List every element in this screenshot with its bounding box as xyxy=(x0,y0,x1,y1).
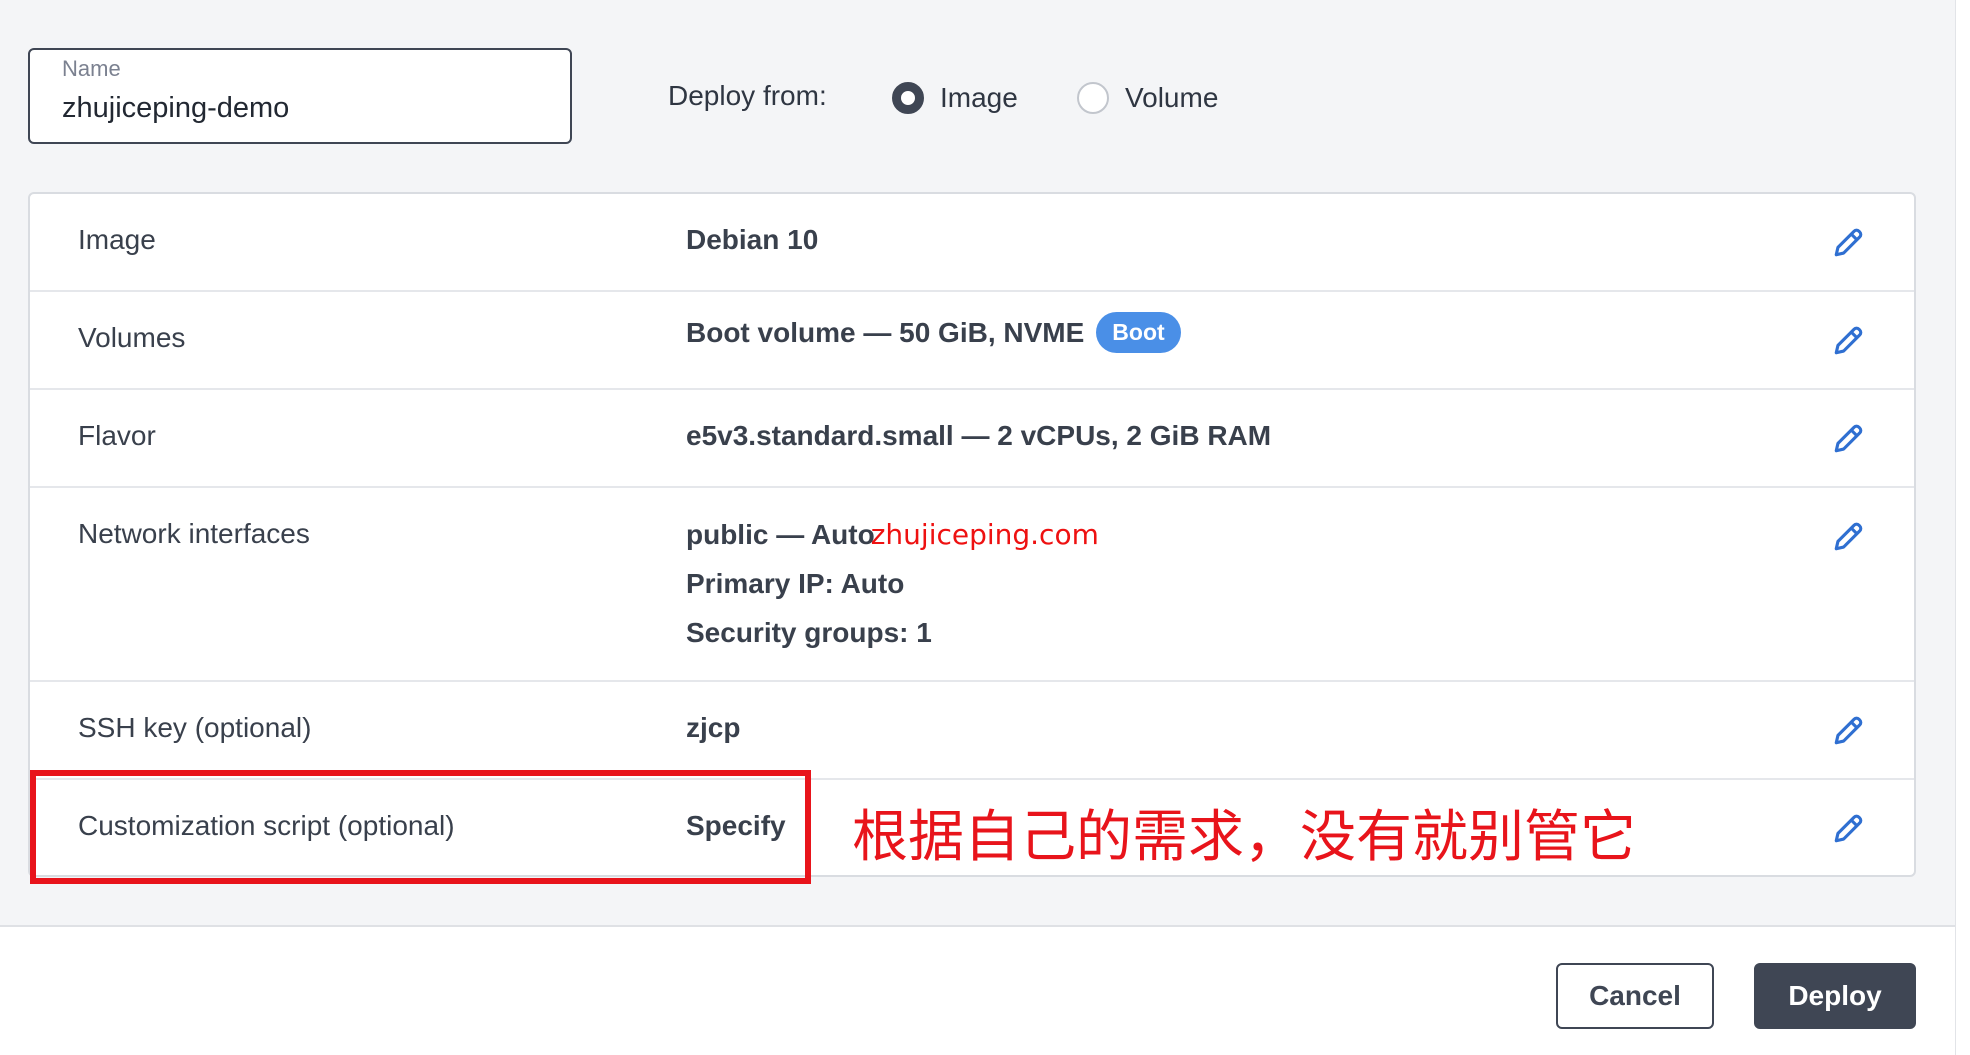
pencil-icon[interactable] xyxy=(1832,225,1866,259)
row-image: Image Debian 10 xyxy=(30,194,1914,292)
cancel-button[interactable]: Cancel xyxy=(1556,963,1714,1029)
row-key-image: Image xyxy=(78,224,156,255)
highlight-box xyxy=(30,770,811,884)
row-key-ssh: SSH key (optional) xyxy=(78,712,312,743)
deploy-button[interactable]: Deploy xyxy=(1754,963,1916,1029)
row-ssh-key: SSH key (optional) zjcp xyxy=(30,682,1914,780)
network-public: public — Auto xyxy=(686,519,875,550)
pencil-icon[interactable] xyxy=(1832,323,1866,357)
name-field[interactable]: Name xyxy=(28,48,572,144)
radio-volume[interactable]: Volume xyxy=(1077,82,1218,114)
pencil-icon[interactable] xyxy=(1832,519,1866,553)
radio-checked-icon[interactable] xyxy=(892,82,924,114)
row-key-flavor: Flavor xyxy=(78,420,156,451)
radio-image-label[interactable]: Image xyxy=(940,82,1018,114)
volumes-text: Boot volume — 50 GiB, NVME xyxy=(686,316,1085,348)
pencil-icon[interactable] xyxy=(1832,421,1866,455)
footer-bar: Cancel Deploy xyxy=(0,925,1955,1055)
boot-badge: Boot xyxy=(1096,312,1181,353)
deploy-from-label: Deploy from: xyxy=(668,80,827,111)
row-key-network: Network interfaces xyxy=(78,518,310,549)
row-value-ssh: zjcp xyxy=(686,712,741,743)
radio-image[interactable]: Image xyxy=(892,82,1018,114)
name-input[interactable] xyxy=(62,92,542,125)
row-key-volumes: Volumes xyxy=(78,322,186,353)
annotation-text: 根据自己的需求，没有就别管它 xyxy=(852,805,1636,870)
pencil-icon[interactable] xyxy=(1832,713,1866,747)
network-line: public — Autozhujiceping.com xyxy=(686,518,1099,551)
row-value-image: Debian 10 xyxy=(686,224,819,255)
row-flavor: Flavor e5v3.standard.small — 2 vCPUs, 2 … xyxy=(30,390,1914,488)
row-network: Network interfaces public — Autozhujicep… xyxy=(30,488,1914,682)
row-value-network: public — Autozhujiceping.com Primary IP:… xyxy=(686,518,1099,649)
row-value-flavor: e5v3.standard.small — 2 vCPUs, 2 GiB RAM xyxy=(686,420,1272,451)
network-security-groups: Security groups: 1 xyxy=(686,617,932,648)
watermark-text: zhujiceping.com xyxy=(870,518,1099,551)
network-primary-ip: Primary IP: Auto xyxy=(686,568,905,599)
row-value-volumes: Boot volume — 50 GiB, NVME Boot xyxy=(686,312,1181,355)
scrollbar-track[interactable] xyxy=(1955,0,1970,1055)
pencil-icon[interactable] xyxy=(1832,811,1866,845)
radio-volume-label[interactable]: Volume xyxy=(1125,82,1218,114)
row-volumes: Volumes Boot volume — 50 GiB, NVME Boot xyxy=(30,292,1914,390)
radio-unchecked-icon[interactable] xyxy=(1077,82,1109,114)
name-field-label: Name xyxy=(62,56,121,81)
